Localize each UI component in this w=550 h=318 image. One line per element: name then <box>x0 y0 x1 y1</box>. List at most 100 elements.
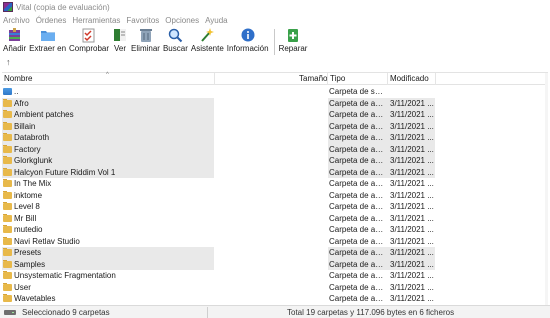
file-name: mutedio <box>14 225 43 234</box>
table-row[interactable]: Halcyon Future Riddim Vol 1 Carpeta de ar… <box>2 166 548 178</box>
column-divider[interactable] <box>327 73 328 85</box>
repair-button-label: Reparar <box>278 44 308 53</box>
add-button[interactable]: Añadir <box>3 27 26 57</box>
cell-name[interactable]: Navi Retlav Studio <box>2 236 214 246</box>
file-name: Databroth <box>14 133 50 142</box>
cell-name[interactable]: User <box>2 282 214 292</box>
menu-opciones[interactable]: Opciones <box>165 16 199 25</box>
find-button[interactable]: Buscar <box>163 27 188 57</box>
menu-ayuda[interactable]: Ayuda <box>205 16 228 25</box>
repair-kit-icon <box>288 29 299 42</box>
table-row[interactable]: Factory Carpeta de arc... 3/11/2021 ... <box>2 143 548 155</box>
table-row[interactable]: Samples Carpeta de arc... 3/11/2021 ... <box>2 258 548 270</box>
extract-to-button[interactable]: Extraer en <box>29 27 66 57</box>
cell-type: Carpeta de arc... <box>329 156 384 165</box>
navigation-row: ↑ <box>0 57 550 69</box>
cell-type: Carpeta de arc... <box>329 282 384 292</box>
column-header-name[interactable]: Nombre <box>4 74 32 83</box>
table-row[interactable]: inktome Carpeta de arc... 3/11/2021 ... <box>2 190 548 202</box>
table-row[interactable]: Ambient patches Carpeta de arc... 3/11/202… <box>2 109 548 121</box>
drive-status-icon[interactable] <box>4 309 16 316</box>
search-icon <box>169 28 183 43</box>
folder-icon <box>3 121 12 130</box>
cell-modified: 3/11/2021 ... <box>390 294 434 303</box>
column-header-size[interactable]: Tamaño <box>299 74 327 83</box>
cell-name[interactable]: Databroth <box>2 133 214 142</box>
vertical-scrollbar[interactable] <box>545 73 548 306</box>
table-row[interactable]: Wavetables Carpeta de arc... 3/11/2021 ... <box>2 293 548 305</box>
menu-favoritos[interactable]: Favoritos <box>126 16 159 25</box>
delete-button[interactable]: Eliminar <box>131 27 160 57</box>
cell-name[interactable]: .. <box>2 87 214 96</box>
cell-name[interactable]: Billain <box>2 121 214 131</box>
file-name: .. <box>14 87 19 96</box>
cell-type: Carpeta de arc... <box>329 236 384 246</box>
add-button-label: Añadir <box>3 44 27 53</box>
table-row[interactable]: Billain Carpeta de arc... 3/11/2021 ... <box>2 120 548 132</box>
total-status: Total 19 carpetas y 117.096 bytes en 6 f… <box>287 308 455 317</box>
file-list: Nombre ^ Tamaño Tipo Modificado .. Carpet… <box>2 72 548 306</box>
sort-ascending-icon: ^ <box>106 72 109 78</box>
cell-name[interactable]: Afro <box>2 98 214 108</box>
folder-icon <box>3 294 12 302</box>
menu-herramientas[interactable]: Herramientas <box>72 16 120 25</box>
cell-type: Carpeta de arc... <box>329 98 384 108</box>
column-header-modified[interactable]: Modificado <box>390 74 429 83</box>
add-archive-icon <box>8 28 20 41</box>
cell-name[interactable]: Factory <box>2 144 214 154</box>
table-row[interactable]: .. Carpeta de sist... <box>2 86 548 98</box>
repair-button[interactable]: Reparar <box>278 27 308 57</box>
cell-name[interactable]: Unsystematic Fragmentation <box>2 271 214 280</box>
table-row[interactable]: mutedio Carpeta de arc... 3/11/2021 ... <box>2 224 548 236</box>
cell-name[interactable]: inktome <box>2 190 214 200</box>
menu-ordenes[interactable]: Órdenes <box>36 16 67 25</box>
cell-type: Carpeta de arc... <box>329 167 384 177</box>
table-row[interactable]: Navi Retlav Studio Carpeta de arc... 3/11/… <box>2 236 548 248</box>
cell-name[interactable]: Halcyon Future Riddim Vol 1 <box>2 167 214 177</box>
table-row[interactable]: User Carpeta de arc... 3/11/2021 ... <box>2 282 548 294</box>
info-button[interactable]: Información <box>227 27 269 57</box>
wizard-button[interactable]: Asistente <box>191 27 224 57</box>
cell-modified: 3/11/2021 ... <box>390 167 434 177</box>
table-row[interactable]: Unsystematic Fragmentation Carpeta de arc… <box>2 270 548 282</box>
table-row[interactable]: Level 8 Carpeta de arc... 3/11/2021 ... <box>2 201 548 213</box>
cell-modified: 3/11/2021 ... <box>390 121 434 131</box>
cell-name[interactable]: Level 8 <box>2 202 214 211</box>
up-arrow-icon[interactable]: ↑ <box>6 57 11 67</box>
test-button[interactable]: Comprobar <box>69 27 109 57</box>
cell-name[interactable]: Wavetables <box>2 294 214 303</box>
table-row[interactable]: Mr Bill Carpeta de arc... 3/11/2021 ... <box>2 213 548 225</box>
column-divider[interactable] <box>387 73 388 85</box>
drive-icon <box>3 88 12 95</box>
folder-icon <box>3 271 12 279</box>
cell-name[interactable]: Ambient patches <box>2 110 214 119</box>
cell-name[interactable]: mutedio <box>2 225 214 234</box>
column-divider[interactable] <box>435 73 436 85</box>
trash-icon <box>139 29 152 42</box>
column-divider[interactable] <box>214 73 215 85</box>
cell-type: Carpeta de arc... <box>329 110 384 119</box>
file-name: Samples <box>14 259 46 269</box>
table-row[interactable]: Databroth Carpeta de arc... 3/11/2021 ... <box>2 132 548 144</box>
table-row[interactable]: In The Mix Carpeta de arc... 3/11/2021 ... <box>2 178 548 190</box>
cell-type: Carpeta de arc... <box>329 259 384 269</box>
winrar-app-icon[interactable] <box>3 2 13 12</box>
cell-type: Carpeta de sist... <box>329 87 384 96</box>
table-row[interactable]: Presets Carpeta de arc... 3/11/2021 ... <box>2 247 548 259</box>
test-checklist-icon <box>82 28 95 43</box>
column-header-type[interactable]: Tipo <box>330 74 345 83</box>
cell-type: Carpeta de arc... <box>329 202 384 211</box>
table-row[interactable]: Afro Carpeta de arc... 3/11/2021 ... <box>2 97 548 109</box>
cell-type: Carpeta de arc... <box>329 248 384 257</box>
cell-type: Carpeta de arc... <box>329 144 384 154</box>
menu-archivo[interactable]: Archivo <box>3 16 30 25</box>
cell-name[interactable]: Samples <box>2 259 214 269</box>
table-row[interactable]: Glorkglunk Carpeta de arc... 3/11/2021 ... <box>2 155 548 167</box>
cell-name[interactable]: Glorkglunk <box>2 156 214 165</box>
view-button[interactable]: Ver <box>112 27 128 57</box>
cell-name[interactable]: In The Mix <box>2 179 214 188</box>
file-name: In The Mix <box>14 179 52 188</box>
cell-name[interactable]: Presets <box>2 248 214 257</box>
file-name: Wavetables <box>14 294 56 303</box>
cell-name[interactable]: Mr Bill <box>2 213 214 223</box>
